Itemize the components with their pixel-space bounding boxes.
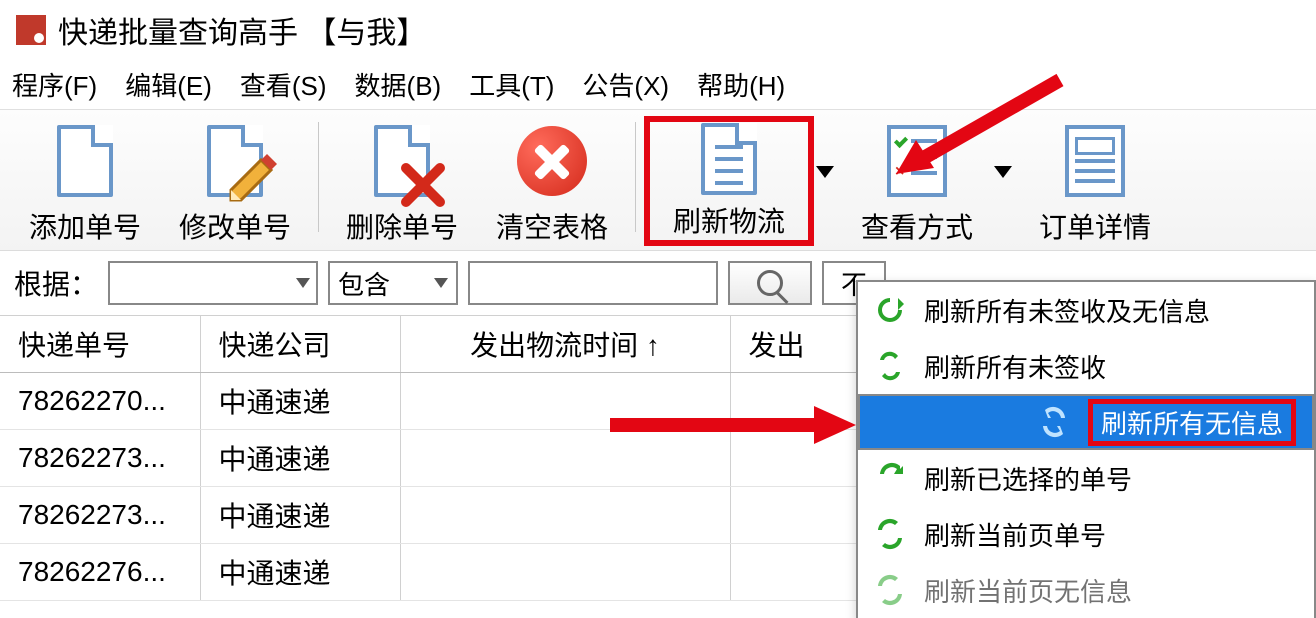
add-label: 添加单号 xyxy=(29,206,141,246)
delete-button[interactable]: 删除单号 xyxy=(327,116,477,246)
refresh-page-icon xyxy=(874,518,906,550)
mi-refresh-unsigned[interactable]: 刷新所有未签收 xyxy=(858,338,1314,394)
cell-co: 中通速递 xyxy=(200,544,400,601)
filter-value-input[interactable] xyxy=(468,261,718,305)
mi-refresh-page-noinfo[interactable]: 刷新当前页无信息 xyxy=(858,562,1314,618)
mi-refresh-unsigned-noinfo[interactable]: 刷新所有未签收及无信息 xyxy=(858,282,1314,338)
menu-view[interactable]: 查看(S) xyxy=(240,66,327,103)
clear-label: 清空表格 xyxy=(496,206,608,246)
mi-label: 刷新所有无信息 xyxy=(1088,399,1296,446)
search-icon xyxy=(757,270,783,296)
refresh-icon xyxy=(693,122,765,196)
pencil-icon xyxy=(223,152,279,208)
refresh-double-icon xyxy=(874,350,906,382)
add-button[interactable]: 添加单号 xyxy=(10,116,160,246)
window-title: 快递批量查询高手 【与我】 xyxy=(58,8,426,52)
toolbar-sep xyxy=(318,122,319,232)
mi-refresh-page[interactable]: 刷新当前页单号 xyxy=(858,506,1314,562)
refresh-label: 刷新物流 xyxy=(673,200,785,240)
cell-co: 中通速递 xyxy=(200,373,400,430)
detail-label: 订单详情 xyxy=(1039,206,1151,246)
filter-label: 根据： xyxy=(14,263,98,303)
toolbar-sep xyxy=(635,122,636,232)
mi-label: 刷新所有未签收 xyxy=(924,348,1106,385)
app-icon xyxy=(16,15,46,45)
menu-tools[interactable]: 工具(T) xyxy=(469,66,554,103)
annotation-arrow-2 xyxy=(600,390,860,460)
delete-label: 删除单号 xyxy=(346,206,458,246)
col-ship-time[interactable]: 发出物流时间 ↑ xyxy=(400,316,730,373)
cell-no: 78262273... xyxy=(0,430,200,487)
cell-co: 中通速递 xyxy=(200,430,400,487)
document-icon xyxy=(49,120,121,202)
refresh-green-icon xyxy=(874,294,906,326)
filter-op-value: 包含 xyxy=(338,265,390,302)
refresh-dropdown: 刷新所有未签收及无信息 刷新所有未签收 刷新所有无信息 刷新已选择的单号 刷新当… xyxy=(856,280,1316,618)
annotation-arrow-1 xyxy=(890,70,1070,180)
refresh-blue-double-icon xyxy=(1038,406,1070,438)
clear-button[interactable]: 清空表格 xyxy=(477,116,627,246)
menu-help[interactable]: 帮助(H) xyxy=(697,66,785,103)
filter-op-select[interactable]: 包含 xyxy=(328,261,458,305)
titlebar: 快递批量查询高手 【与我】 xyxy=(0,0,1316,60)
mi-label: 刷新当前页单号 xyxy=(924,516,1106,553)
red-x-icon xyxy=(400,162,446,208)
clear-icon xyxy=(516,120,588,202)
mi-refresh-noinfo[interactable]: 刷新所有无信息 xyxy=(858,394,1314,450)
refresh-page-noinfo-icon xyxy=(874,574,906,606)
search-button[interactable] xyxy=(728,261,812,305)
mi-label: 刷新当前页无信息 xyxy=(924,572,1132,609)
edit-label: 修改单号 xyxy=(179,206,291,246)
refresh-curve-icon xyxy=(874,462,906,494)
menubar: 程序(F) 编辑(E) 查看(S) 数据(B) 工具(T) 公告(X) 帮助(H… xyxy=(0,60,1316,109)
cell-no: 78262270... xyxy=(0,373,200,430)
document-edit-icon xyxy=(199,120,271,202)
col-company[interactable]: 快递公司 xyxy=(200,316,400,373)
menu-program[interactable]: 程序(F) xyxy=(12,66,97,103)
cell-co: 中通速递 xyxy=(200,487,400,544)
document-delete-icon xyxy=(366,120,438,202)
menu-notice[interactable]: 公告(X) xyxy=(582,66,669,103)
toolbar: 添加单号 修改单号 删除单号 清空表格 刷新物流 × 查看方式 订单详情 xyxy=(0,109,1316,251)
mi-refresh-selected[interactable]: 刷新已选择的单号 xyxy=(858,450,1314,506)
edit-button[interactable]: 修改单号 xyxy=(160,116,310,246)
mi-label: 刷新已选择的单号 xyxy=(924,460,1132,497)
refresh-button[interactable]: 刷新物流 xyxy=(644,116,814,246)
filter-field-select[interactable] xyxy=(108,261,318,305)
chevron-down-icon xyxy=(296,278,310,288)
menu-data[interactable]: 数据(B) xyxy=(355,66,442,103)
refresh-dropdown-caret[interactable] xyxy=(816,166,834,178)
menu-edit[interactable]: 编辑(E) xyxy=(125,66,212,103)
col-tracking-no[interactable]: 快递单号 xyxy=(0,316,200,373)
mi-label: 刷新所有未签收及无信息 xyxy=(924,292,1210,329)
cell-no: 78262276... xyxy=(0,544,200,601)
chevron-down-icon xyxy=(434,278,448,288)
cell-no: 78262273... xyxy=(0,487,200,544)
viewmode-label: 查看方式 xyxy=(861,206,973,246)
